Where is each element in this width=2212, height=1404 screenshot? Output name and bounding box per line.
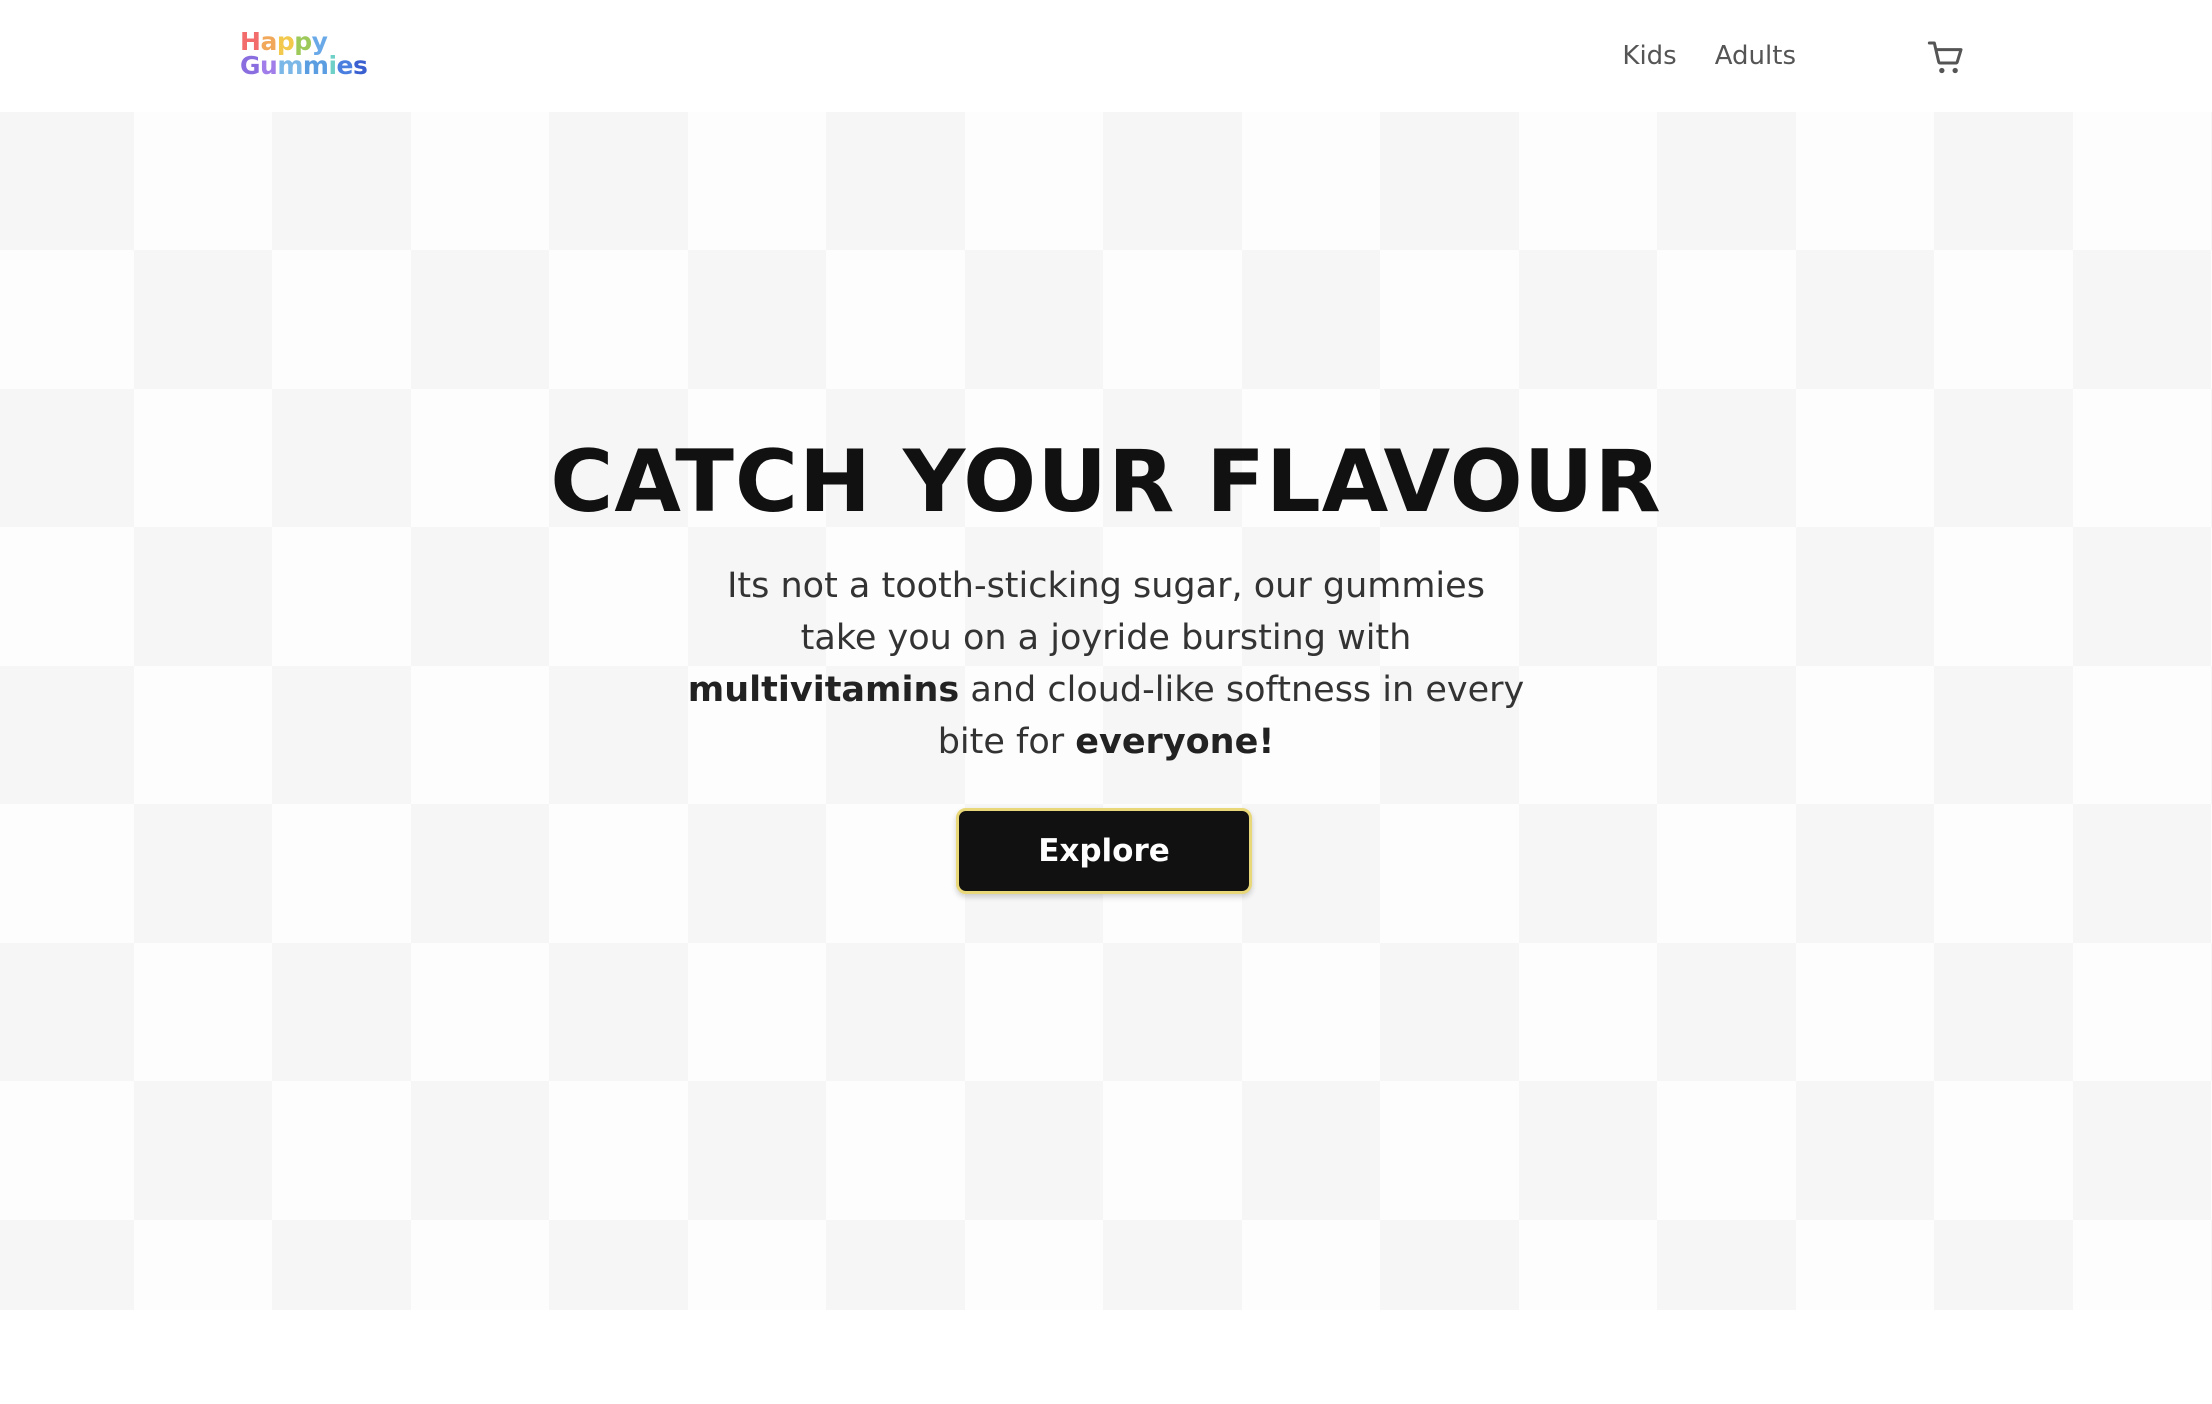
- hero-description: Its not a tooth-sticking sugar, our gumm…: [686, 560, 1526, 768]
- logo-letter: u: [260, 51, 278, 80]
- nav-link-adults[interactable]: Adults: [1715, 41, 1796, 71]
- nav-link-kids[interactable]: Kids: [1622, 41, 1676, 71]
- logo-letter: e: [336, 51, 354, 80]
- explore-button[interactable]: Explore: [956, 808, 1252, 894]
- hero-text-bold-multivitamins: multivitamins: [687, 670, 960, 710]
- hero-section: CATCH YOUR FLAVOUR Its not a tooth-stick…: [0, 112, 2212, 1310]
- cart-svg: [1927, 41, 1963, 74]
- hero-title: CATCH YOUR FLAVOUR: [550, 432, 1662, 532]
- happy-gummies-logo[interactable]: Happy Gummies: [240, 29, 410, 84]
- logo-letter: i: [328, 51, 337, 80]
- logo-letter: G: [240, 51, 261, 80]
- logo-letter: m: [277, 51, 303, 80]
- logo-letter: m: [302, 51, 329, 80]
- hero-text-bold-everyone: everyone!: [1075, 722, 1275, 762]
- hero-text-part1: Its not a tooth-sticking sugar, our gumm…: [727, 566, 1485, 658]
- shopping-cart-icon[interactable]: [1926, 38, 1966, 78]
- logo-line-2: Gummies: [240, 51, 410, 80]
- logo-letter: s: [353, 51, 368, 80]
- site-header: Happy Gummies Kids Adults: [0, 0, 2212, 112]
- hero-content: CATCH YOUR FLAVOUR Its not a tooth-stick…: [0, 112, 2212, 1310]
- main-nav: Kids Adults: [1622, 36, 1796, 76]
- landing-page: Happy Gummies Kids Adults CATCH YOUR FLA…: [0, 0, 2212, 1404]
